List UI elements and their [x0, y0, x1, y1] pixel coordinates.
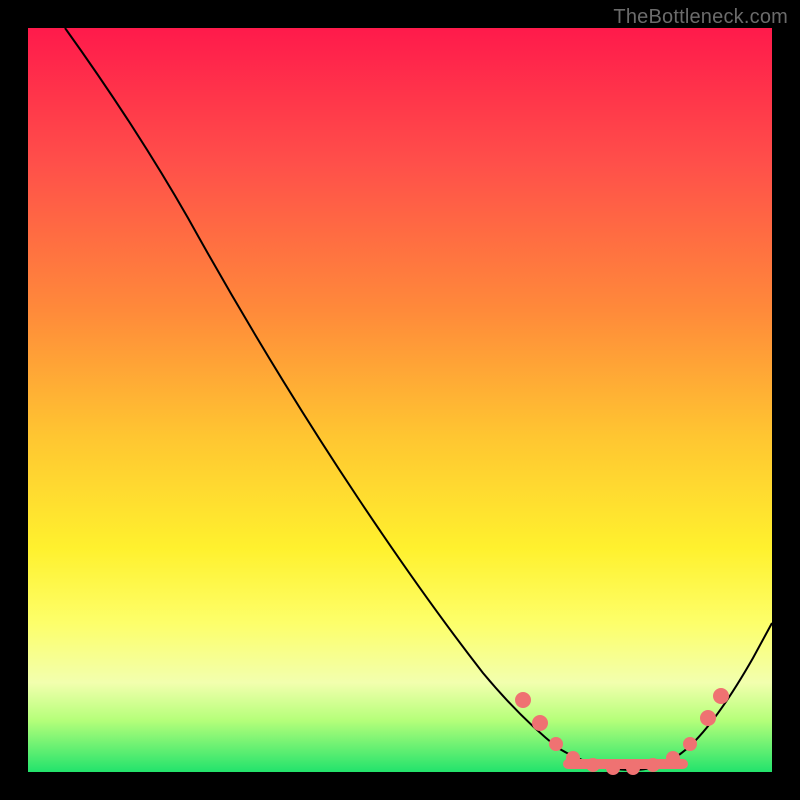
- marker-dot: [646, 758, 660, 772]
- chart-canvas: [28, 28, 772, 772]
- marker-dot: [566, 751, 580, 765]
- watermark-label: TheBottleneck.com: [613, 6, 788, 29]
- marker-dot: [532, 715, 548, 731]
- plot-area: [28, 28, 772, 772]
- marker-dot: [683, 737, 697, 751]
- marker-dot: [713, 688, 729, 704]
- marker-dot: [700, 710, 716, 726]
- bottleneck-curve: [65, 28, 772, 770]
- marker-dot: [606, 761, 620, 775]
- marker-dot: [549, 737, 563, 751]
- marker-dot: [586, 758, 600, 772]
- marker-dot: [515, 692, 531, 708]
- marker-dot: [626, 761, 640, 775]
- marker-dot: [666, 751, 680, 765]
- chart-frame: TheBottleneck.com: [0, 0, 800, 800]
